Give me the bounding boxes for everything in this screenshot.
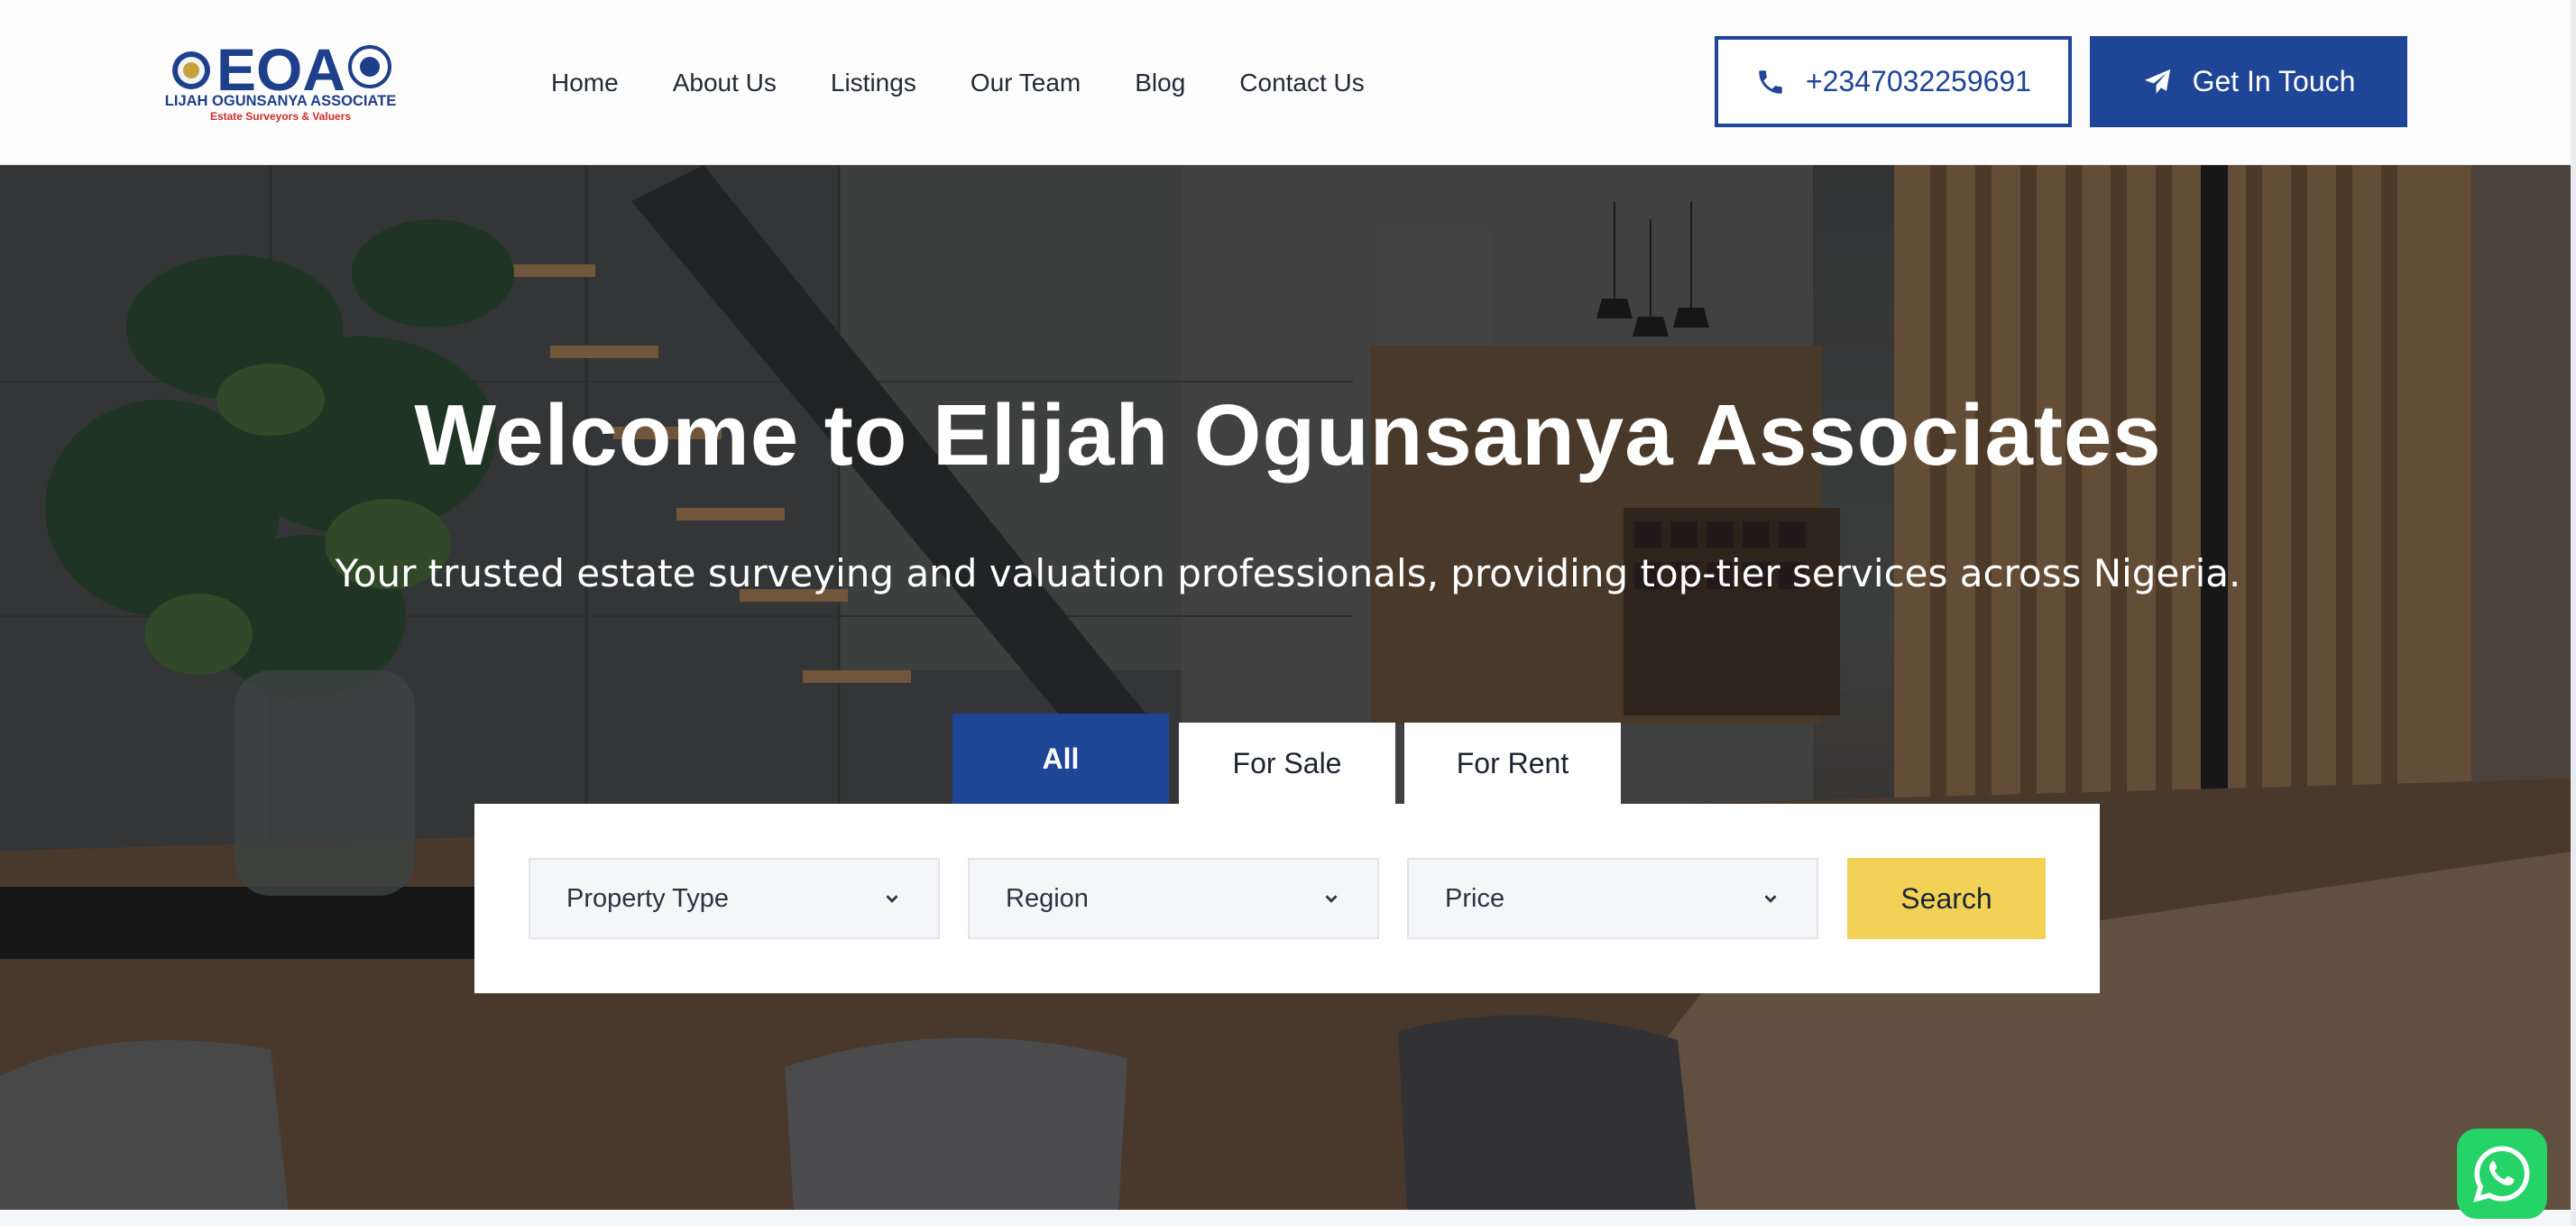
logo-image: EOA ELIJAH OGUNSANYA ASSOCIATES Estate S… xyxy=(164,36,397,123)
phone-icon xyxy=(1759,69,1782,94)
property-search-panel: Property Type Region Price Search xyxy=(474,804,2100,993)
nav-home[interactable]: Home xyxy=(551,69,619,97)
region-value: Region xyxy=(1006,883,1089,913)
chevron-down-icon xyxy=(1764,895,1777,903)
price-value: Price xyxy=(1445,883,1505,913)
hero-overlay xyxy=(0,165,2576,1210)
property-type-select[interactable]: Property Type xyxy=(529,858,940,939)
get-in-touch-label: Get In Touch xyxy=(2192,65,2356,97)
hero-subtitle: Your trusted estate surveying and valuat… xyxy=(335,551,2241,595)
tab-for-rent[interactable]: For Rent xyxy=(1404,723,1621,804)
nav-our-team[interactable]: Our Team xyxy=(971,69,1081,97)
svg-text:Estate Surveyors & Valuers: Estate Surveyors & Valuers xyxy=(210,110,351,123)
page-scrollbar[interactable] xyxy=(2571,0,2576,1226)
main-nav: Home About Us Listings Our Team Blog Con… xyxy=(551,0,1419,165)
whatsapp-icon xyxy=(2473,1146,2530,1203)
nav-contact-us[interactable]: Contact Us xyxy=(1239,69,1365,97)
nav-blog[interactable]: Blog xyxy=(1135,69,1185,97)
svg-text:ELIJAH OGUNSANYA ASSOCIATES: ELIJAH OGUNSANYA ASSOCIATES xyxy=(164,93,397,109)
whatsapp-chat-button[interactable] xyxy=(2457,1129,2547,1219)
get-in-touch-button[interactable]: Get In Touch xyxy=(2090,36,2407,127)
hero-title: Welcome to Elijah Ogunsanya Associates xyxy=(414,387,2162,484)
nav-listings[interactable]: Listings xyxy=(831,69,916,97)
site-logo[interactable]: EOA ELIJAH OGUNSANYA ASSOCIATES Estate S… xyxy=(164,34,397,124)
paper-plane-icon xyxy=(2144,69,2170,94)
phone-number: +2347032259691 xyxy=(1805,65,2032,97)
region-select[interactable]: Region xyxy=(968,858,1379,939)
property-type-value: Property Type xyxy=(566,883,730,913)
chevron-down-icon xyxy=(1325,895,1338,903)
site-header: EOA ELIJAH OGUNSANYA ASSOCIATES Estate S… xyxy=(0,0,2576,165)
chevron-down-icon xyxy=(886,895,898,903)
search-button[interactable]: Search xyxy=(1847,858,2046,939)
phone-button[interactable]: +2347032259691 xyxy=(1715,36,2072,127)
nav-about-us[interactable]: About Us xyxy=(673,69,777,97)
tab-all[interactable]: All xyxy=(952,714,1169,804)
price-select[interactable]: Price xyxy=(1407,858,1818,939)
tab-for-sale[interactable]: For Sale xyxy=(1179,723,1395,804)
hero-section: Welcome to Elijah Ogunsanya Associates Y… xyxy=(0,165,2576,1210)
